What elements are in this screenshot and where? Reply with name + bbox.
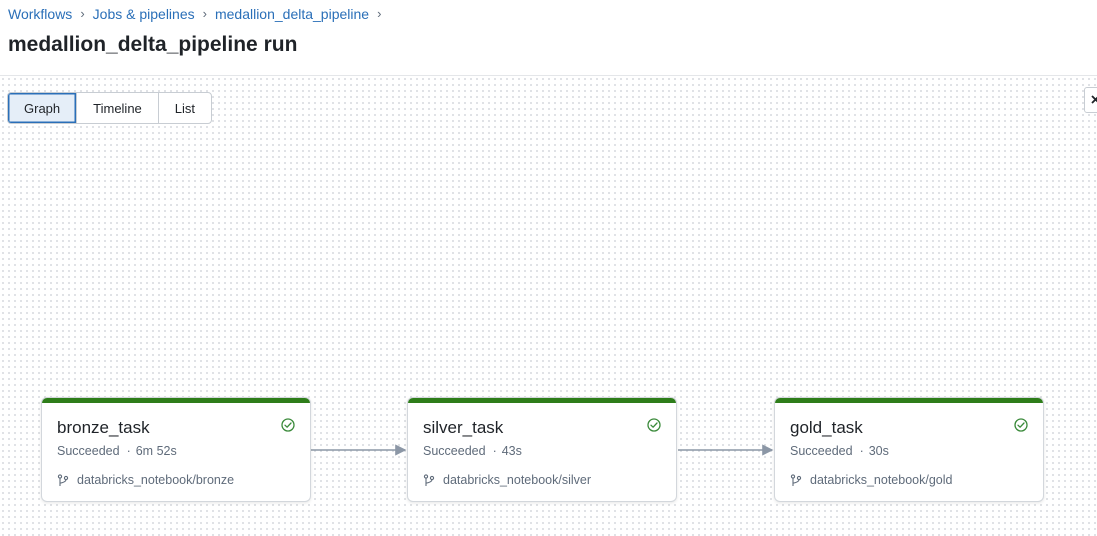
breadcrumb-separator: › [202, 6, 207, 21]
check-circle-icon [281, 418, 295, 432]
task-duration: 6m 52s [135, 444, 177, 458]
branch-icon [57, 473, 69, 486]
task-status: Succeeded · 30s [790, 444, 889, 458]
task-name: bronze_task [57, 418, 150, 437]
task-path-text: databricks_notebook/gold [810, 473, 953, 487]
task-duration: 30s [868, 444, 889, 458]
task-path: databricks_notebook/silver [423, 473, 591, 487]
task-status-text: Succeeded [790, 444, 853, 458]
task-path: databricks_notebook/gold [790, 473, 952, 487]
page-header: Workflows › Jobs & pipelines › medallion… [0, 0, 1097, 76]
breadcrumb-workflows[interactable]: Workflows [8, 6, 72, 22]
page-title: medallion_delta_pipeline run [8, 33, 298, 56]
check-circle-icon [1014, 418, 1028, 432]
breadcrumb-separator: › [80, 6, 85, 21]
breadcrumb-separator: › [377, 6, 382, 21]
task-status: Succeeded · 43s [423, 444, 522, 458]
branch-icon [423, 473, 435, 486]
task-status-bar [408, 398, 676, 403]
task-name: gold_task [790, 418, 863, 437]
run-graph-canvas[interactable]: Graph Timeline List bronze_task Succeede… [0, 76, 1097, 536]
task-name: silver_task [423, 418, 504, 437]
task-duration: 43s [501, 444, 522, 458]
breadcrumb: Workflows › Jobs & pipelines › medallion… [8, 6, 389, 22]
branch-icon [790, 473, 802, 486]
check-circle-icon [647, 418, 661, 432]
task-status-bar [42, 398, 310, 403]
breadcrumb-jobs-pipelines[interactable]: Jobs & pipelines [93, 6, 195, 22]
task-path-text: databricks_notebook/bronze [77, 473, 235, 487]
breadcrumb-pipeline[interactable]: medallion_delta_pipeline [215, 6, 369, 22]
task-card-silver[interactable]: silver_task Succeeded · 43s databricks_not… [407, 397, 677, 502]
task-status-text: Succeeded [423, 444, 486, 458]
task-card-bronze[interactable]: bronze_task Succeeded · 6m 52s databricks_… [41, 397, 311, 502]
task-status: Succeeded · 6m 52s [57, 444, 177, 458]
task-card-gold[interactable]: gold_task Succeeded · 30s databricks_noteb… [774, 397, 1044, 502]
task-path: databricks_notebook/bronze [57, 473, 234, 487]
task-path-text: databricks_notebook/silver [443, 473, 591, 487]
task-status-bar [775, 398, 1043, 403]
task-status-text: Succeeded [57, 444, 120, 458]
